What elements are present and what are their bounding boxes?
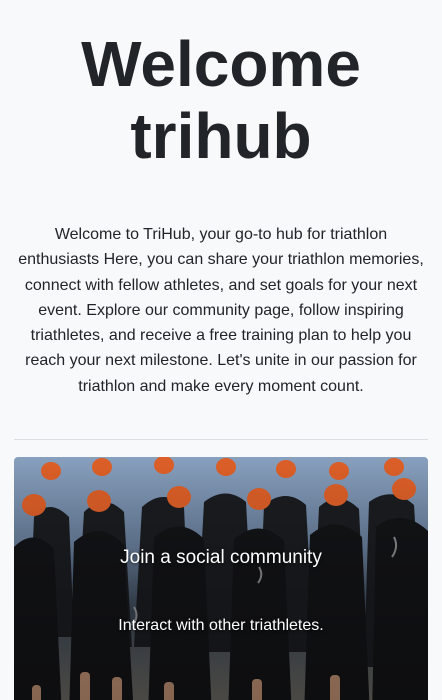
- feature-card-social-community[interactable]: Join a social community Interact with ot…: [14, 457, 428, 700]
- hero-title-line2: trihub: [130, 100, 312, 172]
- hero-title: Welcome trihub: [0, 28, 442, 172]
- section-divider: [14, 439, 428, 440]
- intro-paragraph: Welcome to TriHub, your go-to hub for tr…: [18, 226, 424, 395]
- feature-card-text: Interact with other triathletes.: [118, 617, 324, 634]
- feature-card-heading: Join a social community: [120, 547, 322, 568]
- hero-title-line1: Welcome: [81, 28, 361, 100]
- page: Welcome trihub Welcome to TriHub, your g…: [0, 0, 442, 700]
- triathlon-swimmers-photo: [14, 457, 428, 700]
